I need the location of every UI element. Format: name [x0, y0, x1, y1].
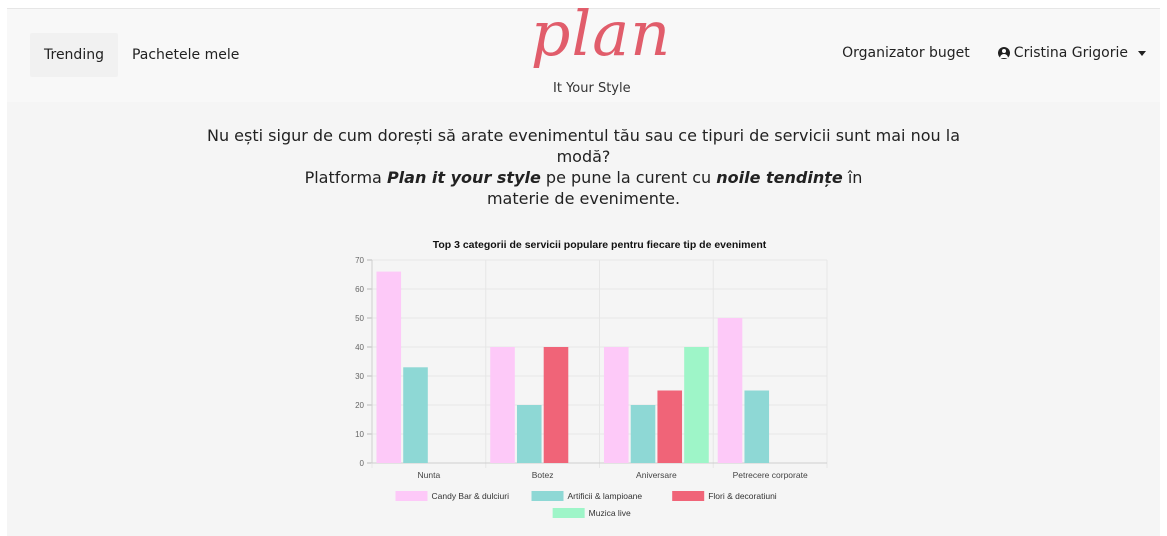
legend-swatch	[395, 491, 428, 501]
chart-container: Top 3 categorii de servicii populare pen…	[330, 235, 830, 525]
bar	[403, 367, 428, 463]
brand-logo[interactable]: plan It Your Style	[521, 0, 681, 102]
brand-tagline: It Your Style	[553, 81, 631, 96]
legend-label: Candy Bar & dulciuri	[432, 491, 510, 501]
x-tick-label: Petrecere corporate	[733, 470, 808, 480]
x-tick-label: Nunta	[418, 470, 441, 480]
intro-line2: Platforma Plan it your style pe pune la …	[304, 167, 864, 209]
user-menu[interactable]: Cristina Grigorie	[997, 45, 1146, 61]
legend-label: Flori & decoratiuni	[708, 491, 777, 501]
chart-title: Top 3 categorii de servicii populare pen…	[433, 239, 767, 251]
bar	[744, 390, 770, 463]
y-tick-label: 20	[355, 401, 364, 410]
intro-text-part: Platforma	[304, 168, 387, 187]
bar	[630, 405, 656, 463]
legend-swatch	[552, 508, 585, 518]
nav-right: Organizator buget Cristina Grigorie	[842, 45, 1146, 61]
legend-swatch	[531, 491, 564, 501]
user-circle-icon	[997, 47, 1010, 59]
x-tick-label: Aniversare	[636, 470, 677, 480]
y-tick-label: 10	[355, 430, 364, 439]
nav-left: Trending Pachetele mele	[30, 33, 253, 77]
intro-text: Nu ești sigur de cum dorești să arate ev…	[200, 125, 967, 209]
intro-line1: Nu ești sigur de cum dorești să arate ev…	[206, 126, 960, 166]
intro-brand: Plan it your style	[386, 168, 541, 187]
intro-text-part: pe pune la curent cu	[540, 168, 717, 187]
nav-packages[interactable]: Pachetele mele	[118, 33, 253, 77]
y-tick-label: 40	[355, 343, 364, 352]
legend-label: Artificii & lampioane	[568, 491, 643, 501]
intro-emphasis: noile tendințe	[716, 168, 843, 187]
nav-trending[interactable]: Trending	[30, 33, 118, 77]
y-tick-label: 60	[355, 285, 364, 294]
bar-chart: Top 3 categorii de servicii populare pen…	[355, 239, 828, 518]
bar	[543, 347, 569, 463]
caret-down-icon	[1138, 50, 1146, 56]
brand-script: plan	[530, 0, 672, 70]
x-tick-label: Botez	[532, 470, 554, 480]
bar	[603, 347, 629, 463]
bar	[376, 271, 402, 463]
bar	[516, 405, 542, 463]
bar	[657, 390, 683, 463]
bar	[717, 318, 743, 463]
y-tick-label: 0	[360, 459, 365, 468]
nav-budget[interactable]: Organizator buget	[842, 45, 970, 61]
bar	[684, 347, 709, 463]
y-tick-label: 50	[355, 314, 364, 323]
navbar: Trending Pachetele mele plan It Your Sty…	[7, 0, 1160, 102]
y-tick-label: 30	[355, 372, 364, 381]
y-tick-label: 70	[355, 256, 364, 265]
legend-swatch	[672, 491, 705, 501]
legend-label: Muzica live	[589, 508, 631, 518]
user-name: Cristina Grigorie	[1013, 45, 1128, 61]
bar	[490, 347, 515, 463]
